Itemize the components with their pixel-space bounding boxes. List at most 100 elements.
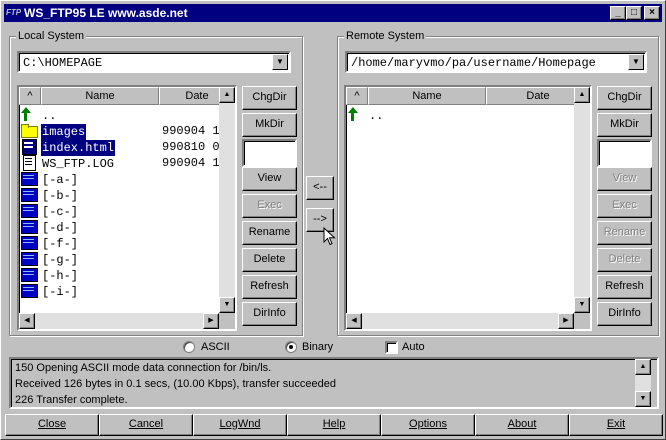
list-item[interactable]: [-i-] — [21, 283, 79, 299]
remote-refresh-button[interactable]: Refresh — [597, 275, 652, 299]
scroll-down-icon[interactable]: ▼ — [219, 297, 235, 313]
close-window-button[interactable]: × — [644, 6, 660, 20]
scroll-up-icon[interactable]: ▲ — [574, 87, 590, 103]
log-scrollbar[interactable]: ▲ ▼ — [635, 359, 651, 407]
local-path-combo[interactable]: C:\HOMEPAGE ▼ — [17, 51, 291, 73]
local-view-button[interactable]: View — [242, 167, 297, 191]
scrollbar-corner — [219, 313, 235, 329]
list-item[interactable]: [-d-] — [21, 219, 79, 235]
list-item[interactable]: [-b-] — [21, 187, 79, 203]
local-sort-header[interactable]: ^ — [19, 87, 41, 105]
local-rename-button[interactable]: Rename — [242, 221, 297, 245]
ascii-radio[interactable] — [183, 341, 195, 353]
remote-path-combo[interactable]: /home/maryvmo/pa/username/Homepage ▼ — [345, 51, 647, 73]
cancel-button[interactable]: Cancel — [99, 414, 193, 436]
auto-checkbox[interactable] — [385, 341, 398, 354]
exit-button[interactable]: Exit — [569, 414, 663, 436]
window-title: WS_FTP95 LE www.asde.net — [24, 6, 188, 20]
remote-sort-header[interactable]: ^ — [346, 87, 368, 105]
logwnd-label: LogWnd — [219, 418, 261, 430]
options-label: Options — [409, 418, 447, 430]
scroll-right-icon[interactable]: ▶ — [558, 313, 574, 329]
minimize-button[interactable]: _ — [610, 6, 626, 20]
local-chgdir-button[interactable]: ChgDir — [242, 86, 297, 110]
binary-radio[interactable] — [285, 341, 297, 353]
list-item[interactable]: .. — [348, 107, 384, 123]
file-date: 990904 15 — [162, 124, 227, 138]
scroll-down-icon[interactable]: ▼ — [635, 391, 651, 407]
list-item[interactable]: WS_FTP.LOG 990904 15 — [21, 155, 227, 171]
list-item[interactable]: index.html 990810 09 — [21, 139, 227, 156]
file-date: 990904 15 — [162, 156, 227, 170]
local-exec-button[interactable]: Exec — [242, 194, 297, 218]
file-name: [-f-] — [42, 237, 79, 251]
title-bar[interactable]: FTP WS_FTP95 LE www.asde.net _ □ × — [4, 4, 662, 22]
html-file-icon — [21, 139, 37, 155]
drive-icon — [21, 251, 38, 266]
list-item[interactable]: [-c-] — [21, 203, 79, 219]
file-name: index.html — [41, 140, 116, 156]
file-name: [-g-] — [42, 253, 79, 267]
chevron-down-icon[interactable]: ▼ — [272, 54, 288, 70]
drive-icon — [21, 267, 38, 282]
remote-filter-input[interactable] — [597, 139, 652, 167]
scroll-left-icon[interactable]: ◀ — [346, 313, 362, 329]
list-item[interactable]: [-a-] — [21, 171, 79, 187]
list-item[interactable]: .. — [21, 107, 57, 123]
remote-view-button[interactable]: View — [597, 167, 652, 191]
remote-rename-button[interactable]: Rename — [597, 221, 652, 245]
up-folder-icon — [21, 107, 37, 121]
remote-horizontal-scrollbar[interactable]: ◀ ▶ — [346, 313, 574, 329]
list-item[interactable]: images 990904 15 — [21, 123, 227, 140]
list-item[interactable]: [-f-] — [21, 235, 79, 251]
options-button[interactable]: Options — [381, 414, 475, 436]
remote-name-header[interactable]: Name — [368, 87, 486, 105]
file-name: [-b-] — [42, 189, 79, 203]
maximize-icon: □ — [630, 7, 638, 18]
download-button[interactable]: <-- — [306, 176, 334, 200]
drive-icon — [21, 283, 38, 298]
maximize-button[interactable]: □ — [626, 6, 642, 20]
local-refresh-button[interactable]: Refresh — [242, 275, 297, 299]
about-button[interactable]: About — [475, 414, 569, 436]
log-line: 226 Transfer complete. — [15, 394, 128, 406]
remote-mkdir-button[interactable]: MkDir — [597, 113, 652, 137]
local-vertical-scrollbar[interactable]: ▲ ▼ — [219, 87, 235, 313]
file-name: [-i-] — [42, 285, 79, 299]
scroll-up-icon[interactable]: ▲ — [219, 87, 235, 103]
drive-icon — [21, 219, 38, 234]
file-name: [-a-] — [42, 173, 79, 187]
chevron-down-icon[interactable]: ▼ — [628, 54, 644, 70]
local-horizontal-scrollbar[interactable]: ◀ ▶ — [19, 313, 219, 329]
remote-exec-button[interactable]: Exec — [597, 194, 652, 218]
file-name: [-h-] — [42, 269, 79, 283]
local-dirinfo-button[interactable]: DirInfo — [242, 302, 297, 326]
scroll-down-icon[interactable]: ▼ — [574, 297, 590, 313]
file-date: 990810 09 — [162, 140, 227, 154]
local-file-list[interactable]: ^ Name Date .. images 990904 15 index.htm… — [17, 85, 237, 331]
logwnd-button[interactable]: LogWnd — [193, 414, 287, 436]
local-filter-input[interactable] — [242, 139, 297, 167]
help-button[interactable]: Help — [287, 414, 381, 436]
text-file-icon — [21, 155, 37, 171]
folder-icon — [21, 123, 38, 138]
remote-chgdir-button[interactable]: ChgDir — [597, 86, 652, 110]
remote-file-list[interactable]: ^ Name Date .. ▲ ▼ ◀ ▶ — [344, 85, 592, 331]
scrollbar-corner — [574, 313, 590, 329]
remote-delete-button[interactable]: Delete — [597, 248, 652, 272]
list-item[interactable]: [-h-] — [21, 267, 79, 283]
scroll-right-icon[interactable]: ▶ — [203, 313, 219, 329]
close-button[interactable]: Close — [5, 414, 99, 436]
remote-vertical-scrollbar[interactable]: ▲ ▼ — [574, 87, 590, 313]
scroll-left-icon[interactable]: ◀ — [19, 313, 35, 329]
about-label: About — [507, 418, 537, 430]
local-name-header[interactable]: Name — [41, 87, 159, 105]
remote-system-label: Remote System — [344, 29, 427, 43]
local-delete-button[interactable]: Delete — [242, 248, 297, 272]
scroll-up-icon[interactable]: ▲ — [635, 359, 651, 375]
minimize-icon: _ — [615, 7, 621, 18]
log-window[interactable]: 150 Opening ASCII mode data connection f… — [9, 357, 659, 409]
list-item[interactable]: [-g-] — [21, 251, 79, 267]
local-mkdir-button[interactable]: MkDir — [242, 113, 297, 137]
remote-dirinfo-button[interactable]: DirInfo — [597, 302, 652, 326]
